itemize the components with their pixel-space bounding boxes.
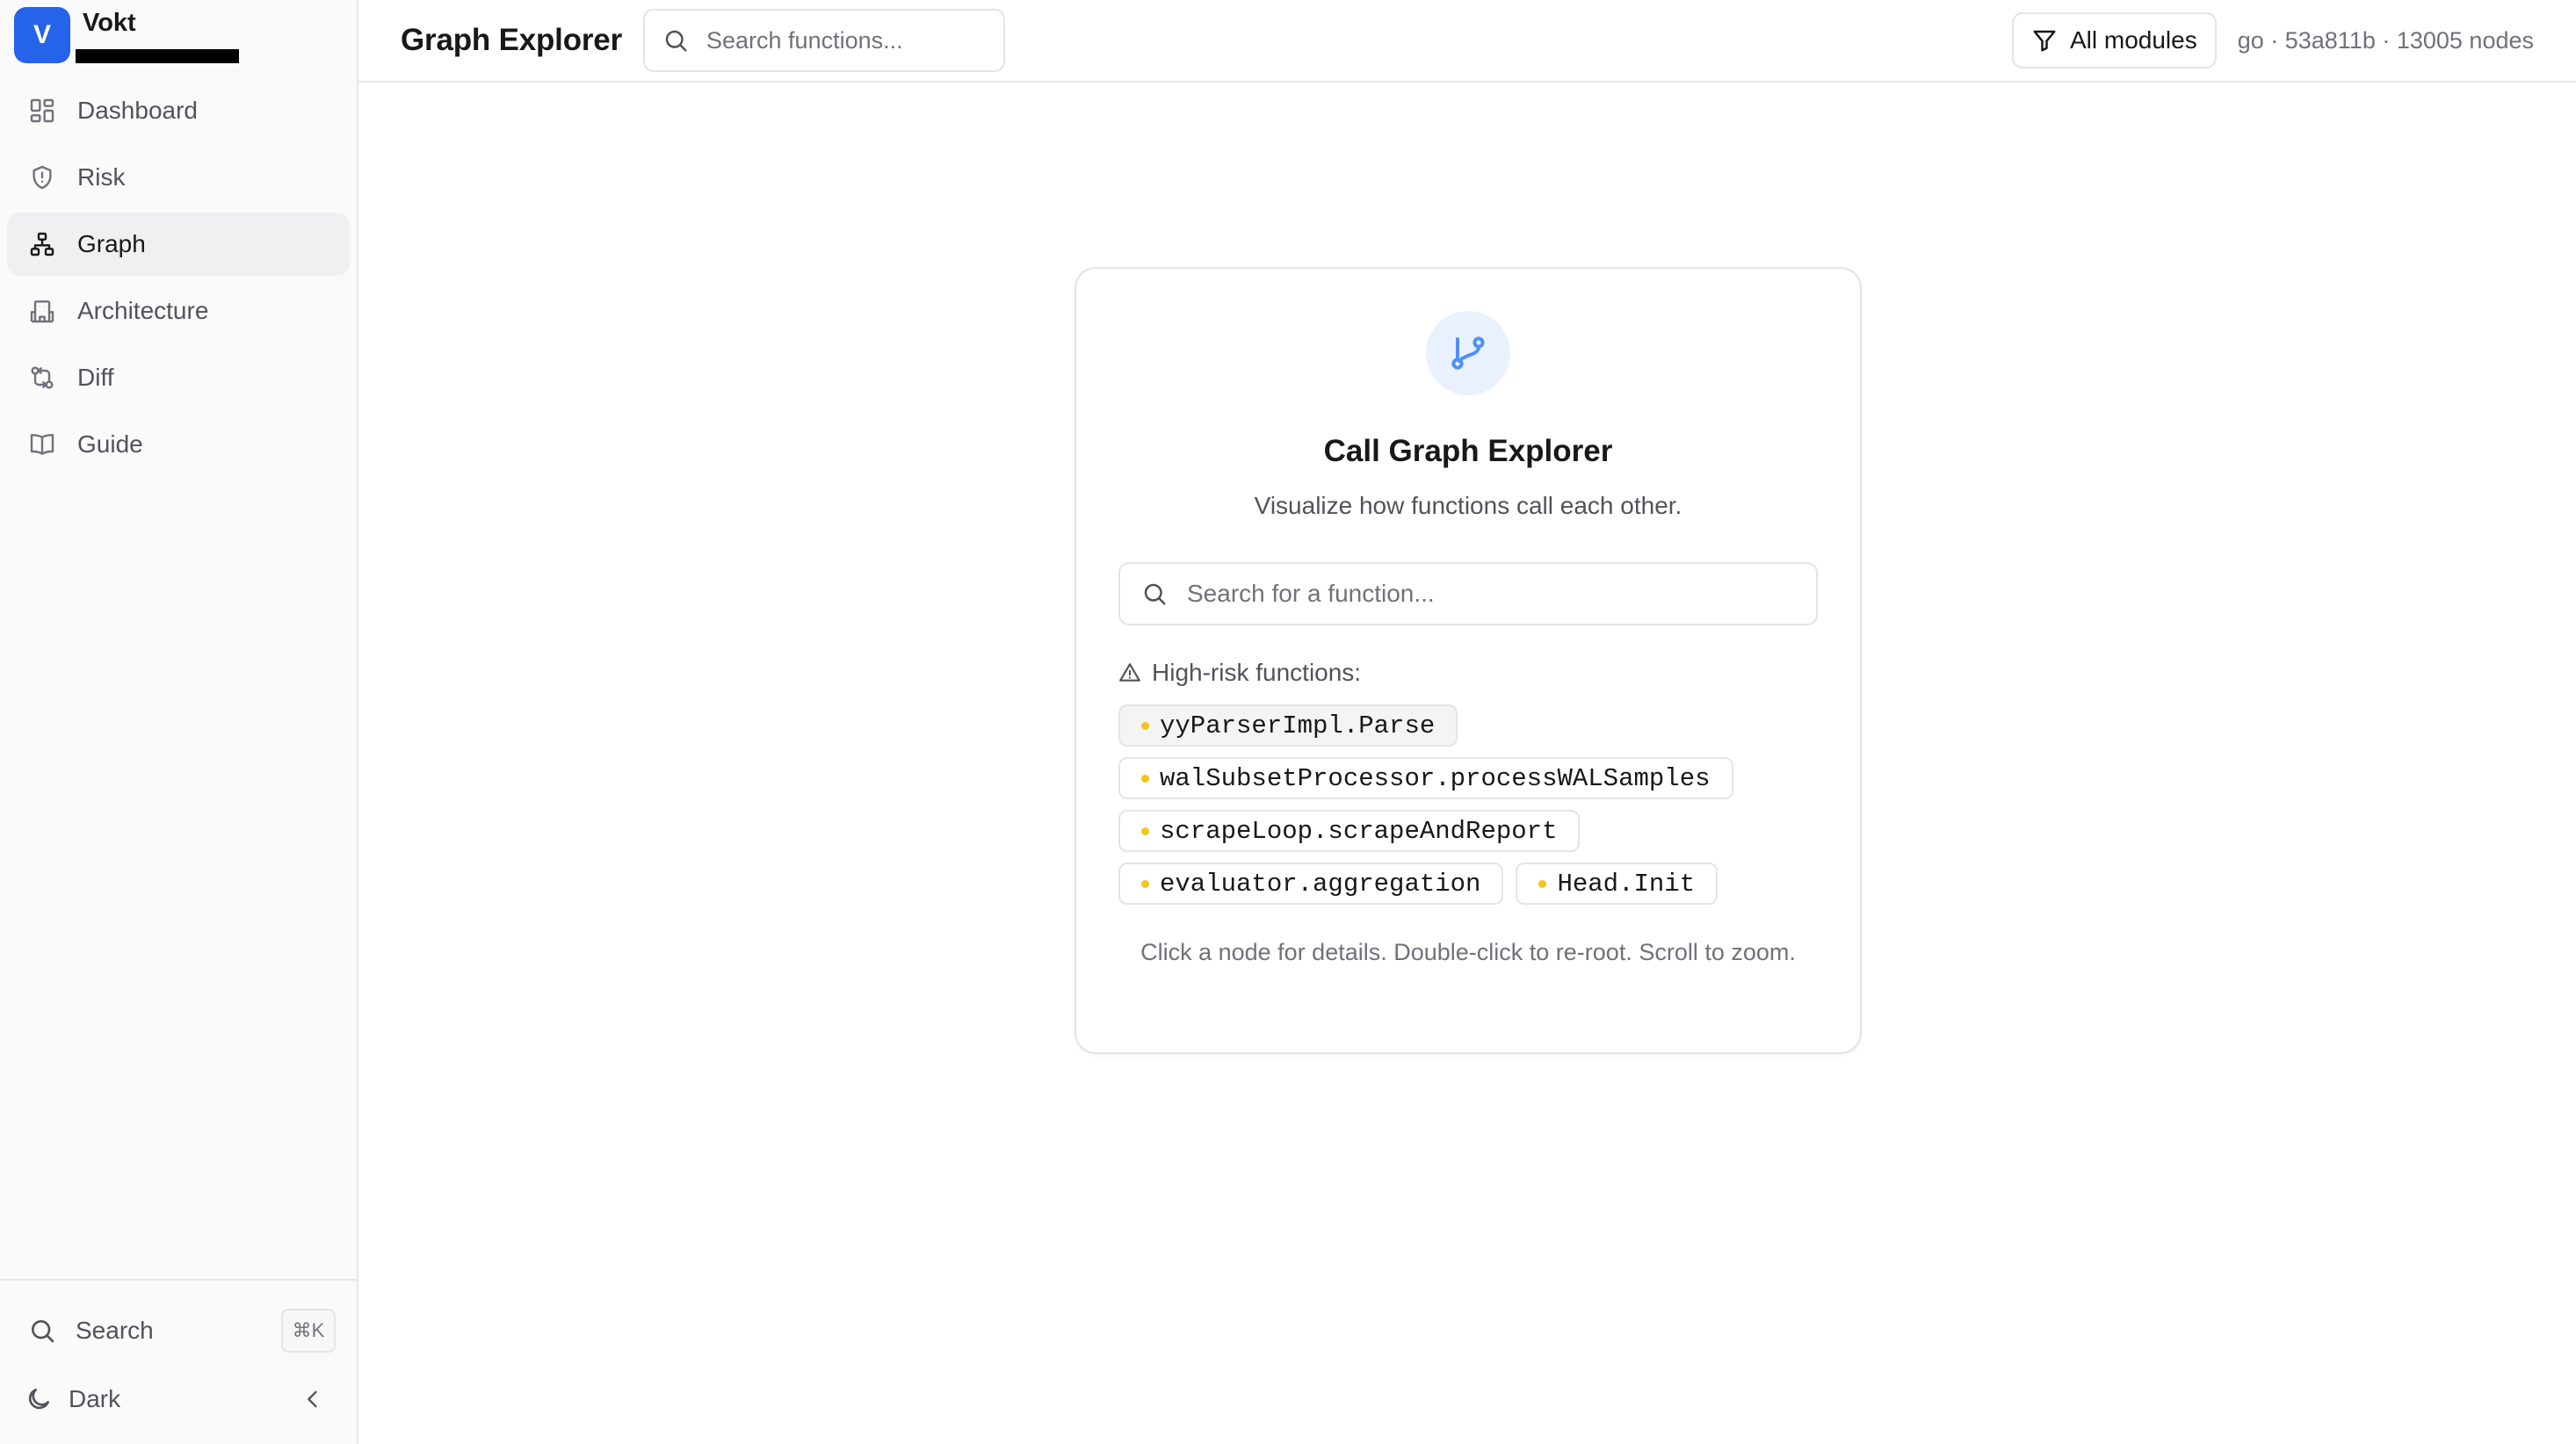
topbar: Graph Explorer All modules go · 53a811b … bbox=[358, 0, 2576, 83]
search-icon bbox=[665, 30, 687, 52]
brand[interactable]: V Vokt bbox=[0, 0, 357, 67]
sidebar-item-label: Graph bbox=[77, 230, 146, 257]
theme-label: Dark bbox=[69, 1385, 121, 1412]
high-risk-label: High-risk functions: bbox=[1152, 659, 1362, 686]
risk-dot-icon bbox=[1141, 721, 1149, 730]
brand-text: Vokt bbox=[76, 7, 239, 63]
search-input[interactable] bbox=[706, 26, 970, 54]
chevron-left-icon[interactable] bbox=[300, 1387, 325, 1412]
brand-name: Vokt bbox=[83, 9, 136, 37]
sidebar-item-guide[interactable]: Guide bbox=[7, 413, 350, 476]
moon-icon bbox=[28, 1389, 49, 1410]
sidebar-item-label: Guide bbox=[77, 430, 143, 458]
function-chip-label: walSubsetProcessor.processWALSamples bbox=[1160, 763, 1711, 793]
diff-icon bbox=[31, 366, 54, 389]
risk-dot-icon bbox=[1141, 774, 1149, 783]
graph-icon bbox=[30, 232, 54, 256]
shortcut-badge: ⌘K bbox=[281, 1309, 336, 1353]
card-icon-badge bbox=[1426, 311, 1510, 395]
search-icon bbox=[1144, 583, 1166, 605]
risk-dot-icon bbox=[1538, 879, 1547, 888]
card-title: Call Graph Explorer bbox=[1323, 434, 1613, 468]
repo-meta: go · 53a811b · 13005 nodes bbox=[2237, 26, 2534, 54]
sidebar-item-label: Dashboard bbox=[77, 97, 198, 124]
sidebar-item-label: Risk bbox=[77, 163, 126, 191]
workspace-avatar[interactable]: V bbox=[14, 7, 70, 63]
sidebar-nav: Dashboard Risk Graph Architecture Diff G… bbox=[0, 67, 357, 476]
filter-icon bbox=[2033, 30, 2056, 52]
sidebar-item-graph[interactable]: Graph bbox=[7, 213, 350, 276]
usage-hint: Click a node for details. Double-click t… bbox=[1140, 939, 1796, 965]
function-chip[interactable]: walSubsetProcessor.processWALSamples bbox=[1118, 757, 1733, 799]
function-search-box[interactable] bbox=[1118, 562, 1818, 625]
redacted-subtitle bbox=[76, 49, 239, 63]
high-risk-function-list: yyParserImpl.Parse walSubsetProcessor.pr… bbox=[1118, 704, 1821, 905]
sidebar-footer: Search ⌘K Dark bbox=[0, 1279, 357, 1444]
empty-state-card: Call Graph Explorer Visualize how functi… bbox=[1075, 267, 1862, 1054]
risk-dot-icon bbox=[1141, 879, 1149, 888]
card-subtitle: Visualize how functions call each other. bbox=[1254, 492, 1682, 519]
risk-dot-icon bbox=[1141, 827, 1149, 835]
warning-icon bbox=[1119, 663, 1140, 682]
function-chip[interactable]: Head.Init bbox=[1516, 863, 1719, 905]
function-chip[interactable]: scrapeLoop.scrapeAndReport bbox=[1118, 810, 1581, 852]
function-search[interactable] bbox=[643, 9, 1005, 72]
function-chip-label: Head.Init bbox=[1557, 869, 1696, 899]
sidebar-item-dashboard[interactable]: Dashboard bbox=[7, 79, 350, 142]
sidebar-item-diff[interactable]: Diff bbox=[7, 346, 350, 409]
function-chip[interactable]: evaluator.aggregation bbox=[1118, 863, 1504, 905]
search-icon bbox=[32, 1320, 54, 1343]
sidebar-search-button[interactable]: Search ⌘K bbox=[0, 1296, 357, 1365]
function-search-input[interactable] bbox=[1187, 580, 1795, 608]
function-chip-label: scrapeLoop.scrapeAndReport bbox=[1160, 816, 1558, 846]
modules-filter-label: All modules bbox=[2069, 26, 2197, 54]
git-branch-icon bbox=[1451, 336, 1485, 370]
shield-icon bbox=[33, 165, 52, 190]
sidebar-item-label: Architecture bbox=[77, 297, 209, 324]
function-chip-label: evaluator.aggregation bbox=[1160, 869, 1481, 899]
theme-toggle[interactable]: Dark bbox=[0, 1365, 357, 1433]
modules-filter-button[interactable]: All modules bbox=[2011, 12, 2217, 69]
sidebar: V Vokt Dashboard Risk Graph Architecture… bbox=[0, 0, 358, 1444]
book-icon bbox=[30, 434, 54, 455]
sidebar-item-architecture[interactable]: Architecture bbox=[7, 279, 350, 343]
sidebar-item-risk[interactable]: Risk bbox=[7, 146, 350, 209]
building-icon bbox=[30, 300, 54, 323]
sidebar-item-label: Diff bbox=[77, 364, 114, 391]
function-chip[interactable]: yyParserImpl.Parse bbox=[1118, 704, 1458, 747]
dashboard-icon bbox=[30, 98, 54, 123]
sidebar-search-label: Search bbox=[76, 1317, 154, 1344]
page-title: Graph Explorer bbox=[401, 23, 622, 57]
function-chip-label: yyParserImpl.Parse bbox=[1160, 711, 1436, 740]
main-content: Graph Explorer All modules go · 53a811b … bbox=[358, 0, 2576, 1444]
topbar-right: All modules go · 53a811b · 13005 nodes bbox=[2011, 12, 2534, 69]
high-risk-heading: High-risk functions: bbox=[1118, 659, 1361, 687]
